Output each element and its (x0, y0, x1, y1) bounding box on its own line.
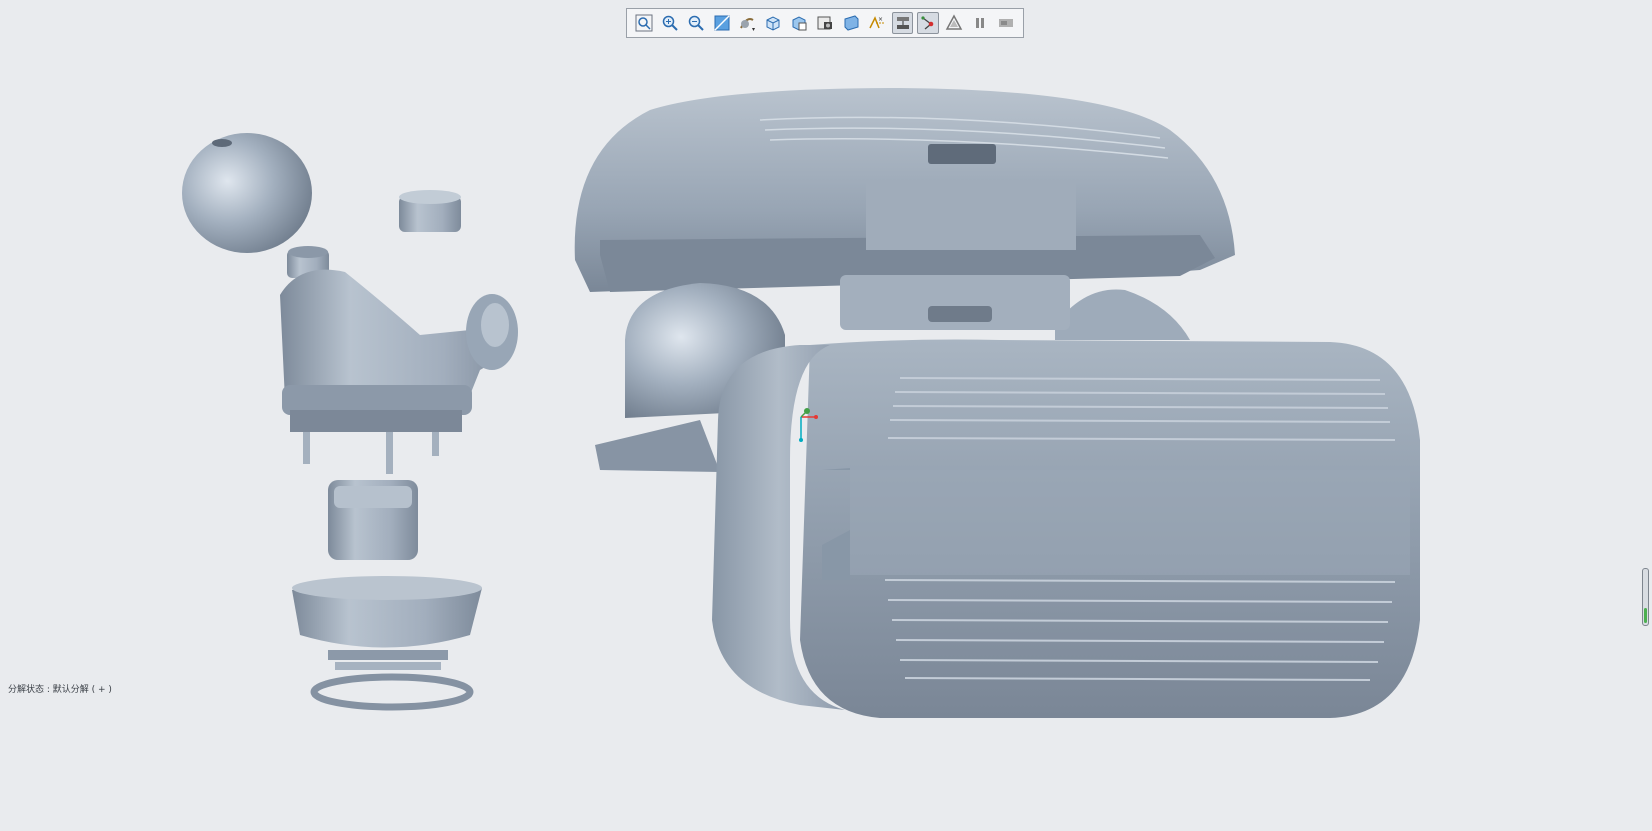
zoom-fit-button[interactable] (633, 12, 655, 34)
pause-icon (976, 18, 985, 28)
saved-views-icon (792, 16, 807, 31)
view-manager-icon (817, 16, 832, 30)
reorient-icon (740, 18, 756, 31)
earbud-parts (182, 133, 518, 711)
annotation-display-icon (921, 16, 934, 30)
reorient-button[interactable] (736, 12, 758, 34)
ear-tip[interactable] (182, 133, 312, 253)
mesh-cap[interactable] (399, 190, 461, 232)
case-body[interactable] (712, 339, 1420, 718)
scroll-indicator[interactable] (1642, 568, 1649, 626)
perspective-icon (844, 15, 859, 31)
zoom-fit-icon (635, 14, 653, 32)
zoom-out-icon (688, 15, 704, 31)
spin-center-button[interactable] (943, 12, 965, 34)
earbud-base[interactable] (292, 576, 482, 711)
datum-display-icon: × (868, 16, 884, 29)
explode-state-label: 分解状态 : 默认分解 ( + ) (8, 685, 112, 695)
model-viewport[interactable] (0, 0, 1652, 831)
spin-center-icon (945, 14, 963, 30)
svg-text:×: × (878, 16, 883, 23)
repaint-icon (713, 15, 730, 31)
scroll-indicator-fill (1644, 608, 1647, 623)
flag-icon (998, 19, 1013, 27)
repaint-button[interactable] (711, 12, 733, 34)
zoom-in-button[interactable] (659, 12, 681, 34)
explode-view-icon (896, 17, 909, 29)
pause-button[interactable] (969, 12, 991, 34)
explode-view-button[interactable] (891, 12, 914, 34)
graphics-toolbar: × (626, 8, 1024, 38)
zoom-out-button[interactable] (685, 12, 707, 34)
datum-display-button[interactable]: × (866, 12, 888, 34)
case-lid[interactable] (574, 88, 1235, 292)
display-style-icon (766, 16, 780, 31)
flag-button[interactable] (995, 12, 1017, 34)
perspective-button[interactable] (840, 12, 862, 34)
saved-views-button[interactable] (788, 12, 810, 34)
annotation-display-button[interactable] (917, 12, 940, 34)
zoom-in-icon (662, 15, 678, 31)
display-style-button[interactable] (762, 12, 784, 34)
view-manager-button[interactable] (814, 12, 836, 34)
earbud-shell[interactable] (280, 246, 518, 474)
battery-block[interactable] (328, 480, 418, 560)
